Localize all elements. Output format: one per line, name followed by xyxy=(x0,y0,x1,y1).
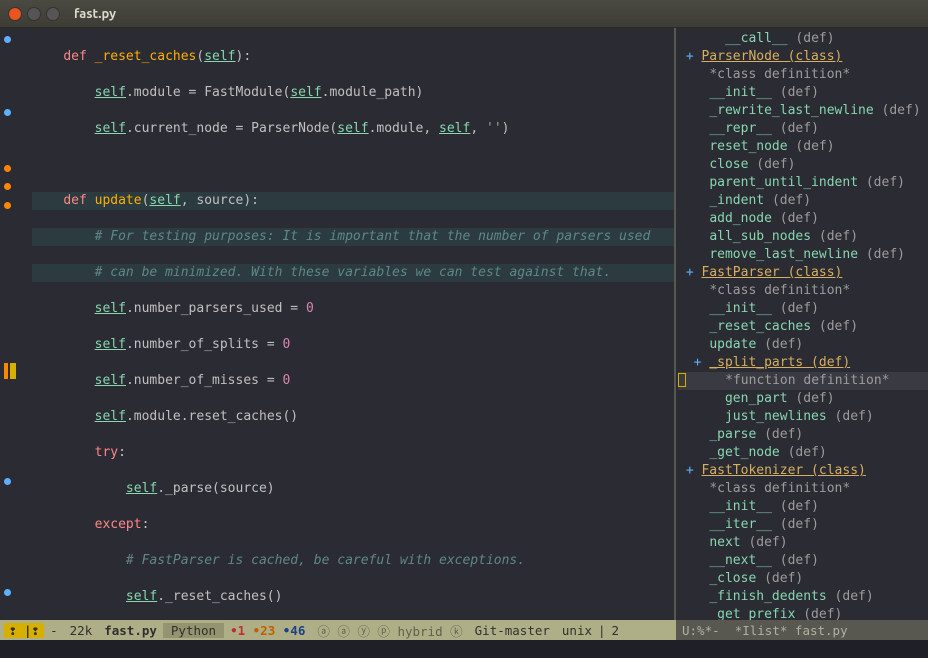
fringe-dot xyxy=(4,183,11,190)
outline-item[interactable]: + _split_parts (def) xyxy=(678,354,928,372)
outline-item[interactable]: parent_until_indent (def) xyxy=(678,174,928,192)
code-line: self.number_of_splits = 0 xyxy=(32,336,674,354)
outline-item[interactable]: reset_node (def) xyxy=(678,138,928,156)
code-line xyxy=(32,156,674,174)
outline-item[interactable]: update (def) xyxy=(678,336,928,354)
outline-item[interactable]: just_newlines (def) xyxy=(678,408,928,426)
outline-item[interactable]: __iter__ (def) xyxy=(678,516,928,534)
outline-item[interactable]: *class definition* xyxy=(678,66,928,84)
modeline-warning-icon[interactable]: ❢ |❢ xyxy=(4,623,44,638)
code-line: self.number_parsers_used = 0 xyxy=(32,300,674,318)
outline-pane[interactable]: __call__ (def) + ParserNode (class) *cla… xyxy=(676,28,928,620)
code-line: # For testing purposes: It is important … xyxy=(32,228,674,246)
outline-item[interactable]: _finish_dedents (def) xyxy=(678,588,928,606)
outline-item[interactable]: next (def) xyxy=(678,534,928,552)
outline-item[interactable]: *class definition* xyxy=(678,480,928,498)
modeline-size: 22k xyxy=(64,623,99,638)
code-line: # can be minimized. With these variables… xyxy=(32,264,674,282)
editor-gutter xyxy=(0,28,26,620)
code-line: self.module = FastModule(self.module_pat… xyxy=(32,84,674,102)
modeline-right-buffer[interactable]: *Ilist* xyxy=(735,623,788,638)
fringe-dot xyxy=(4,202,11,209)
outline-class[interactable]: + FastTokenizer (class) xyxy=(678,462,928,480)
fringe-dot xyxy=(4,165,11,172)
outline-item[interactable]: _close (def) xyxy=(678,570,928,588)
code-line: except: xyxy=(32,516,674,534)
window-titlebar: fast.py xyxy=(0,0,928,28)
cursor-box-icon xyxy=(678,373,686,387)
window-controls xyxy=(8,7,60,21)
fringe-marker xyxy=(4,363,8,379)
outline-item[interactable]: __next__ (def) xyxy=(678,552,928,570)
code-line: self._reset_caches() xyxy=(32,588,674,606)
outline-item[interactable]: __init__ (def) xyxy=(678,300,928,318)
outline-class[interactable]: + ParserNode (class) xyxy=(678,48,928,66)
outline-item-selected[interactable]: *function definition* xyxy=(678,372,928,390)
modeline-major-mode[interactable]: Python xyxy=(163,623,224,638)
outline-item[interactable]: __call__ (def) xyxy=(678,30,928,48)
code-line: def _reset_caches(self): xyxy=(32,48,674,66)
code-line: try: xyxy=(32,444,674,462)
code-area[interactable]: def _reset_caches(self): self.module = F… xyxy=(26,28,674,620)
modeline-vcs[interactable]: Git-master xyxy=(469,623,556,638)
outline-item[interactable]: _get_prefix (def) xyxy=(678,606,928,620)
minimize-window-button[interactable] xyxy=(27,7,41,21)
modeline-right-status: U:%*- xyxy=(682,623,720,638)
outline-item[interactable]: __init__ (def) xyxy=(678,498,928,516)
modeline-position: 2 xyxy=(606,623,626,638)
window-title: fast.py xyxy=(74,7,116,21)
fringe-dot xyxy=(4,109,11,116)
flycheck-error-count[interactable]: •1 xyxy=(230,623,245,638)
fringe-dot xyxy=(4,589,11,596)
outline-item[interactable]: __repr__ (def) xyxy=(678,120,928,138)
close-window-button[interactable] xyxy=(8,7,22,21)
flycheck-info-count[interactable]: •46 xyxy=(283,623,306,638)
outline-item[interactable]: _reset_caches (def) xyxy=(678,318,928,336)
minibuffer[interactable] xyxy=(0,640,928,658)
editor-pane[interactable]: def _reset_caches(self): self.module = F… xyxy=(0,28,676,620)
fringe-dot xyxy=(4,36,11,43)
modeline-minor-modes[interactable]: ⓐ ⓐ ⓨ ⓟ hybrid ⓚ xyxy=(311,621,468,640)
maximize-window-button[interactable] xyxy=(46,7,60,21)
code-line: self.current_node = ParserNode(self.modu… xyxy=(32,120,674,138)
outline-item[interactable]: _parse (def) xyxy=(678,426,928,444)
fringe-marker xyxy=(10,363,16,379)
outline-item[interactable]: _rewrite_last_newline (def) xyxy=(678,102,928,120)
outline-item[interactable]: close (def) xyxy=(678,156,928,174)
code-line: self.number_of_misses = 0 xyxy=(32,372,674,390)
code-line: def update(self, source): xyxy=(32,192,674,210)
modeline-modified: - xyxy=(44,623,64,638)
modeline: ❢ |❢ - 22k fast.py Python •1 •23 •46 ⓐ ⓐ… xyxy=(0,620,928,640)
modeline-filename[interactable]: fast.py xyxy=(98,623,163,638)
outline-item[interactable]: gen_part (def) xyxy=(678,390,928,408)
outline-item[interactable]: remove_last_newline (def) xyxy=(678,246,928,264)
code-line: # FastParser is cached, be careful with … xyxy=(32,552,674,570)
modeline-encoding: unix xyxy=(556,623,598,638)
code-line: self.module.reset_caches() xyxy=(32,408,674,426)
outline-item[interactable]: _indent (def) xyxy=(678,192,928,210)
outline-item[interactable]: __init__ (def) xyxy=(678,84,928,102)
outline-item[interactable]: *class definition* xyxy=(678,282,928,300)
modeline-left[interactable]: ❢ |❢ - 22k fast.py Python •1 •23 •46 ⓐ ⓐ… xyxy=(0,620,676,640)
fringe-dot xyxy=(4,478,11,485)
modeline-right-file: fast.py xyxy=(795,623,848,638)
flycheck-warn-count[interactable]: •23 xyxy=(253,623,276,638)
outline-item[interactable]: add_node (def) xyxy=(678,210,928,228)
code-line: self._parse(source) xyxy=(32,480,674,498)
outline-item[interactable]: all_sub_nodes (def) xyxy=(678,228,928,246)
modeline-right[interactable]: U:%*- *Ilist* fast.py xyxy=(676,620,928,640)
outline-item[interactable]: _get_node (def) xyxy=(678,444,928,462)
outline-class[interactable]: + FastParser (class) xyxy=(678,264,928,282)
